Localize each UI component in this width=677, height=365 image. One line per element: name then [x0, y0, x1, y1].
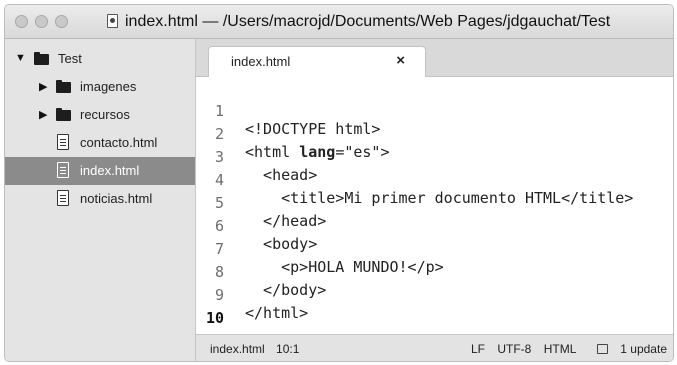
minimize-window-button[interactable]: [35, 15, 48, 28]
title-bar: index.html — /Users/macrojd/Documents/We…: [5, 5, 673, 39]
editor-window: index.html — /Users/macrojd/Documents/We…: [4, 4, 674, 362]
tree-item-label: index.html: [80, 163, 140, 178]
tab-bar: index.html ×: [196, 39, 673, 78]
cursor-position[interactable]: 10:1: [276, 342, 299, 356]
code-editor[interactable]: 1 <!DOCTYPE html> 2 <html lang="es"> 3 <…: [196, 77, 673, 334]
tree-item-label: noticias.html: [80, 191, 153, 206]
document-proxy-icon[interactable]: [107, 14, 118, 28]
chevron-right-icon[interactable]: ▶: [39, 80, 47, 93]
tree-file-noticias[interactable]: noticias.html: [5, 185, 195, 213]
tree-item-label: Test: [58, 51, 82, 66]
status-right: LF UTF-8 HTML 1 update: [462, 342, 667, 356]
window-title: index.html — /Users/macrojd/Documents/We…: [125, 13, 611, 30]
file-icon: [57, 190, 69, 206]
tree-folder-imagenes[interactable]: ▶ imagenes: [5, 73, 195, 101]
tree-item-label: recursos: [80, 107, 130, 122]
status-bar: index.html 10:1 LF UTF-8 HTML 1 update: [196, 334, 673, 361]
tree-file-contacto[interactable]: contacto.html: [5, 129, 195, 157]
tab-index-html[interactable]: index.html ×: [208, 46, 426, 78]
zoom-window-button[interactable]: [55, 15, 68, 28]
code-line: 2 <html lang="es">: [196, 107, 666, 161]
status-file-name[interactable]: index.html: [210, 342, 265, 356]
folder-icon: [56, 108, 71, 121]
tab-label: index.html: [231, 54, 291, 69]
encoding-selector[interactable]: UTF-8: [497, 342, 531, 356]
grammar-selector[interactable]: HTML: [544, 342, 576, 356]
file-icon: [57, 134, 69, 150]
line-number-current: 10: [205, 309, 224, 327]
code-line: 5 </head>: [196, 176, 666, 230]
file-icon: [57, 162, 69, 178]
close-tab-icon[interactable]: ×: [396, 52, 405, 69]
code-line: 3 <head>: [196, 130, 666, 184]
tree-item-label: contacto.html: [80, 135, 158, 150]
code-line: 4 <title>Mi primer documento HTML</title…: [196, 153, 666, 207]
code-line-current: 10: [196, 291, 666, 327]
line-ending-selector[interactable]: LF: [471, 342, 485, 356]
tree-view: ▼ Test ▶ imagenes ▶ recursos contacto.ht…: [5, 39, 196, 361]
chevron-right-icon[interactable]: ▶: [39, 108, 47, 121]
tree-file-index[interactable]: index.html: [5, 157, 195, 185]
code-line: 1 <!DOCTYPE html>: [196, 84, 666, 138]
tree-folder-recursos[interactable]: ▶ recursos: [5, 101, 195, 129]
tree-item-label: imagenes: [80, 79, 137, 94]
code-line: 8 </body>: [196, 245, 666, 299]
package-icon: [597, 344, 609, 354]
package-updates-label: 1 update: [620, 342, 667, 356]
close-window-button[interactable]: [15, 15, 28, 28]
tree-root-test[interactable]: ▼ Test: [5, 45, 195, 73]
code-line: 9 </html>: [196, 268, 666, 322]
status-left: index.html 10:1: [210, 342, 299, 356]
chevron-down-icon[interactable]: ▼: [15, 52, 26, 64]
code-line: 6 <body>: [196, 199, 666, 253]
folder-icon: [34, 52, 49, 65]
code-line: 7 <p>HOLA MUNDO!</p>: [196, 222, 666, 276]
folder-icon: [56, 80, 71, 93]
package-updates[interactable]: 1 update: [588, 342, 667, 356]
